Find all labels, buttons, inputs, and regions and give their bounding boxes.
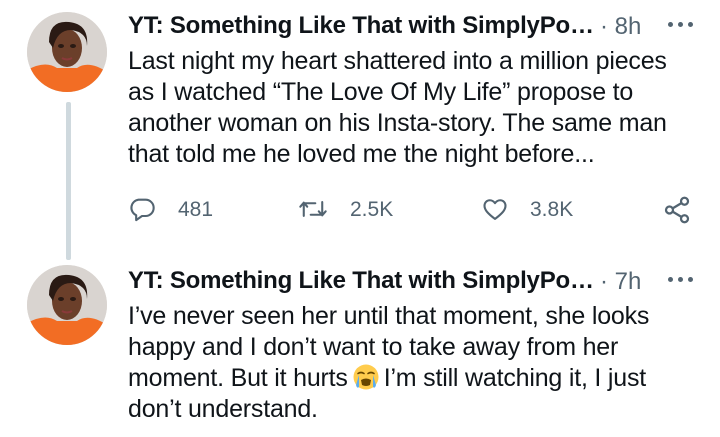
reply-button[interactable]: 481 — [128, 192, 228, 228]
heart-icon — [483, 199, 507, 220]
tweet-1[interactable]: YT: Something Like That with SimplyPo… ·… — [0, 0, 720, 250]
time-label: 8h — [614, 13, 642, 40]
tweet-actions: 481 2.5K 3.8K — [128, 192, 698, 228]
tweet-text-line: that told me he loved me the night befor… — [128, 140, 595, 168]
loudly-crying-face-icon — [353, 364, 379, 390]
author-name[interactable]: YT: Something Like That with SimplyPo… — [128, 12, 594, 40]
tweet-text-fragment: moment. But it hurts — [128, 364, 348, 392]
share-icon — [664, 196, 690, 224]
like-count: 3.8K — [530, 198, 574, 221]
tweet-text-line: as I watched “The Love Of My Life” propo… — [128, 78, 634, 106]
tweet-text-line: don’t understand. — [128, 395, 318, 423]
like-button[interactable]: 3.8K — [480, 192, 590, 228]
tweet-text-line: I’ve never seen her until that moment, s… — [128, 302, 650, 330]
author-name[interactable]: YT: Something Like That with SimplyPo… — [128, 267, 594, 295]
avatar[interactable] — [27, 265, 107, 345]
tweet-text: I’ve never seen her until that moment, s… — [128, 301, 708, 425]
reply-count: 481 — [178, 198, 214, 221]
reply-icon — [130, 198, 155, 222]
time-label: 7h — [614, 268, 642, 295]
separator-dot: · — [600, 268, 608, 295]
more-horizontal-icon[interactable] — [666, 16, 696, 32]
retweet-count: 2.5K — [350, 198, 394, 221]
retweet-button[interactable]: 2.5K — [298, 192, 408, 228]
tweet-text-line: another woman on his Insta-story. The sa… — [128, 109, 667, 137]
retweet-icon — [299, 201, 327, 217]
tweet-text: Last night my heart shattered into a mil… — [128, 46, 708, 170]
tweet-text-fragment: I’m still watching it, I just — [383, 364, 647, 392]
avatar[interactable] — [27, 12, 107, 92]
more-horizontal-icon[interactable] — [666, 271, 696, 287]
tweet-text-line: moment. But it hurts I’m still watching i… — [128, 363, 708, 394]
tweet-text-line: happy and I don’t want to take away from… — [128, 333, 619, 361]
separator-dot: · — [600, 13, 608, 40]
tweet-2[interactable]: YT: Something Like That with SimplyPo… ·… — [0, 255, 720, 437]
tweet-timestamp[interactable]: · 7h — [600, 268, 641, 296]
share-button[interactable] — [662, 192, 698, 228]
tweet-text-line: Last night my heart shattered into a mil… — [128, 47, 667, 75]
tweet-timestamp[interactable]: · 8h — [600, 13, 641, 41]
